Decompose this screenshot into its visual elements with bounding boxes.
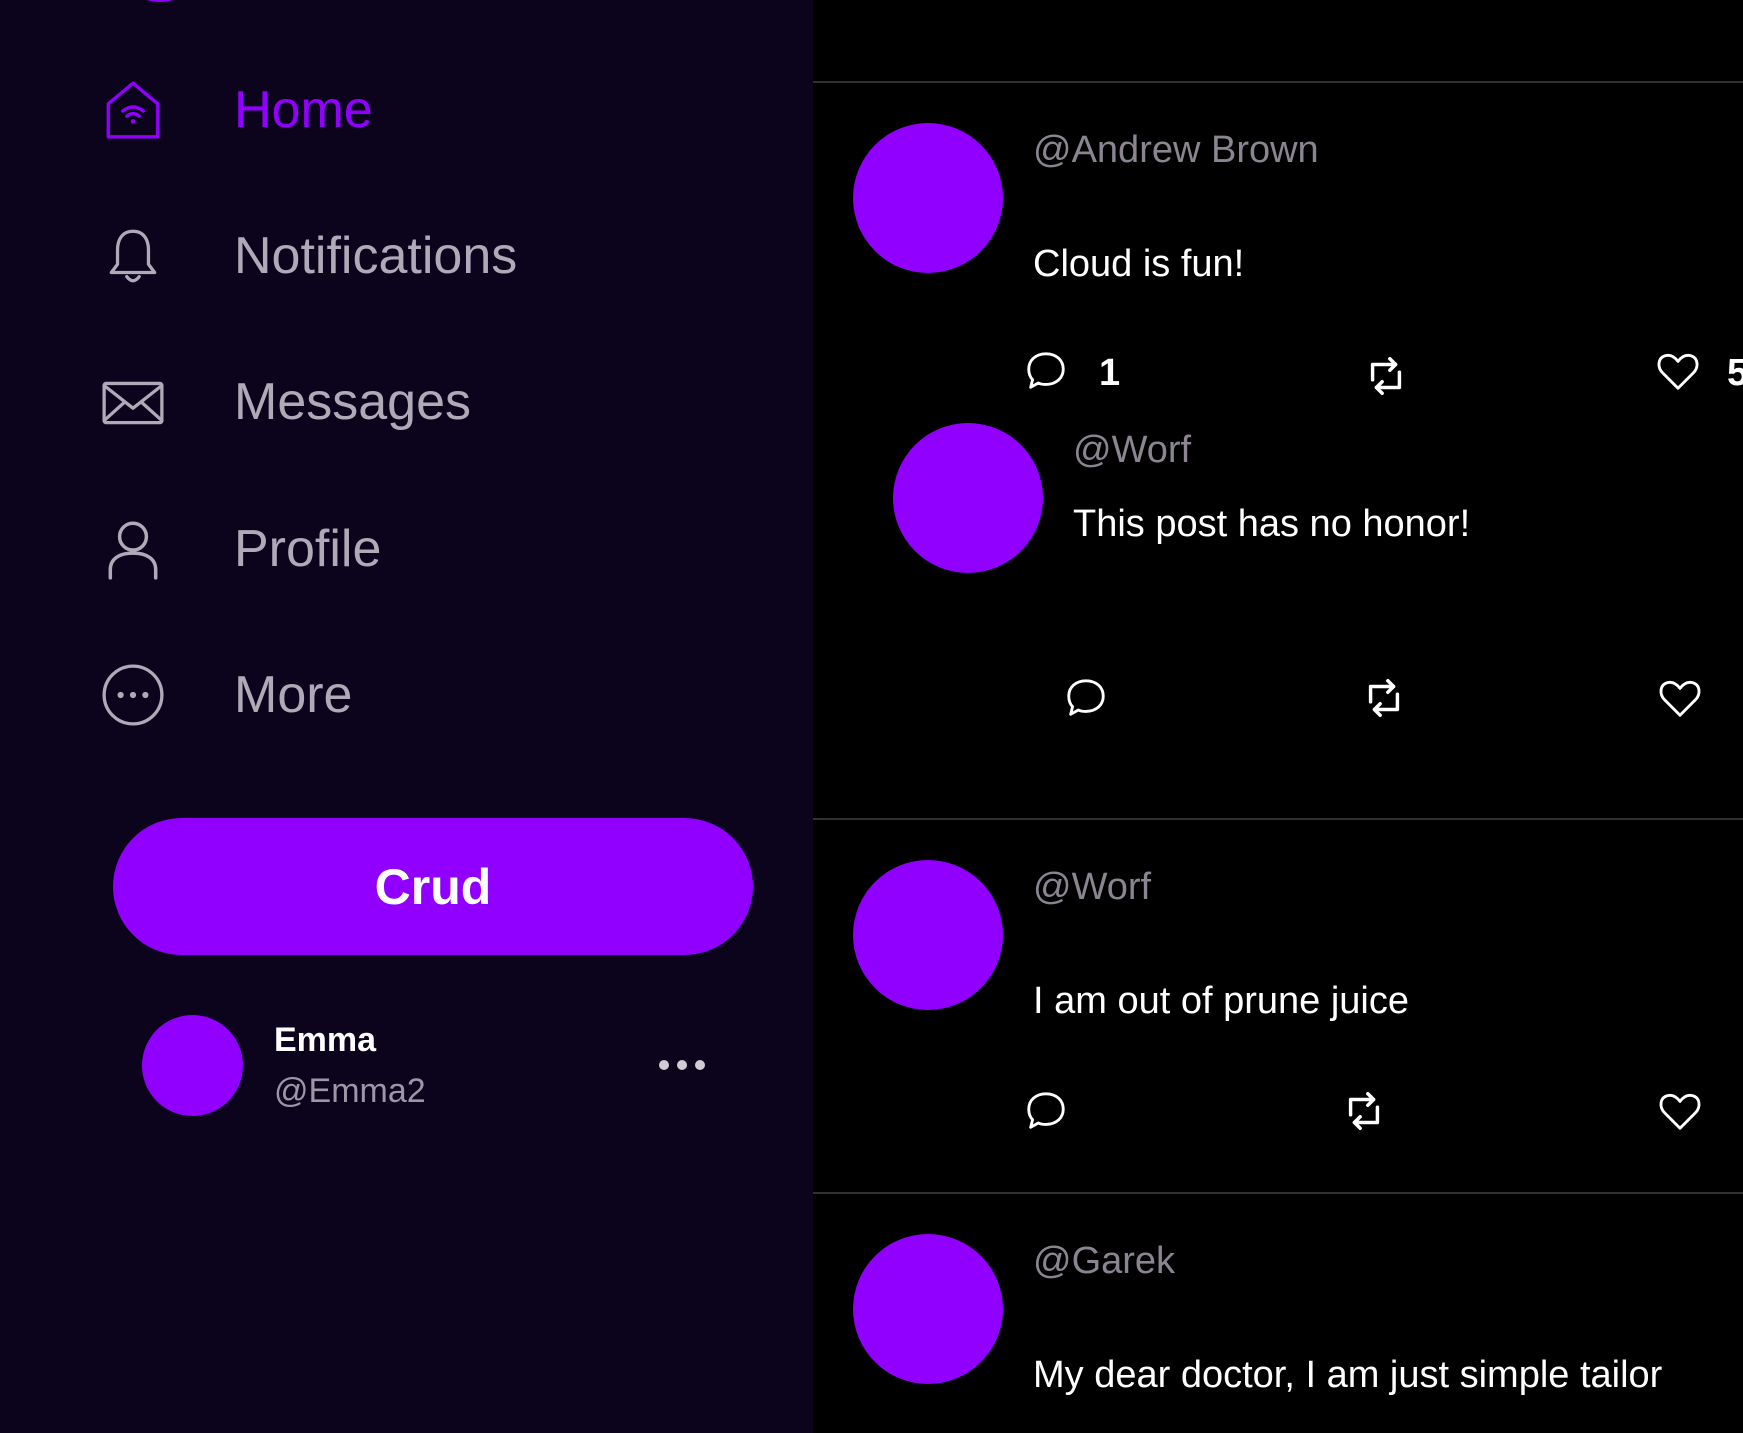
reply-icon [1063,675,1109,726]
post-handle[interactable]: @Worf [1033,866,1151,909]
reply-button[interactable]: 1 [1023,348,1120,399]
user-icon [100,506,186,592]
sidebar-item-profile[interactable]: Profile [100,504,700,594]
repost-icon [1361,675,1407,726]
heart-icon [1657,1088,1703,1139]
post[interactable]: @Garek My dear doctor, I am just simple … [813,1194,1743,1433]
heart-icon [1655,348,1701,399]
envelope-icon [100,359,186,445]
sidebar-item-label: Home [234,81,373,139]
reply-post[interactable]: @Worf This post has no honor! [853,423,1743,723]
post-handle[interactable]: @Garek [1033,1240,1175,1283]
repost-button[interactable] [1361,675,1407,726]
post-text: I am out of prune juice [1033,980,1409,1022]
like-count: 5 [1727,352,1743,394]
repost-icon [1341,1088,1387,1139]
avatar[interactable] [853,1234,1003,1384]
logo[interactable] [130,0,190,2]
crud-button[interactable]: Crud [113,818,753,955]
avatar [142,1015,243,1116]
account-handle: @Emma2 [274,1072,426,1110]
app-window: Home Notifications Messages Profile More… [0,0,1743,1433]
post-text: This post has no honor! [1073,503,1471,545]
account-name: Emma [274,1021,377,1059]
more-circle-icon [100,652,186,738]
avatar[interactable] [893,423,1043,573]
reply-count: 1 [1099,352,1121,394]
sidebar-item-label: Messages [234,373,471,431]
sidebar-item-label: More [234,666,353,724]
post-handle[interactable]: @Andrew Brown [1033,129,1319,172]
like-button[interactable] [1657,1088,1703,1139]
feed: @Andrew Brown Cloud is fun! 1 5 @Worf Th… [813,0,1743,1433]
avatar[interactable] [853,123,1003,273]
repost-icon [1363,353,1409,404]
sidebar: Home Notifications Messages Profile More… [0,0,813,1433]
sidebar-item-label: Profile [234,520,382,578]
reply-icon [1023,1088,1069,1139]
post-handle[interactable]: @Worf [1073,429,1191,472]
repost-button[interactable] [1341,1088,1387,1139]
post-text: Cloud is fun! [1033,243,1245,285]
repost-button[interactable] [1363,353,1409,404]
reply-icon [1023,348,1069,399]
reply-button[interactable] [1063,675,1109,726]
sidebar-item-notifications[interactable]: Notifications [100,211,700,301]
sidebar-item-more[interactable]: More [100,650,700,740]
account-switcher[interactable]: Emma @Emma2 [142,1015,722,1117]
sidebar-item-messages[interactable]: Messages [100,357,700,447]
heart-icon [1657,675,1703,726]
sidebar-item-home[interactable]: Home [100,65,700,155]
avatar[interactable] [853,860,1003,1010]
post[interactable]: @Worf I am out of prune juice [813,820,1743,1192]
post[interactable]: @Andrew Brown Cloud is fun! 1 5 @Worf Th… [813,83,1743,818]
ellipsis-icon[interactable] [652,1045,712,1085]
post-text: My dear doctor, I am just simple tailor [1033,1354,1663,1396]
like-button[interactable]: 5 [1655,348,1743,399]
sidebar-item-label: Notifications [234,227,518,285]
reply-button[interactable] [1023,1088,1069,1139]
like-button[interactable] [1657,675,1703,726]
bell-icon [100,213,186,299]
home-icon [100,67,186,153]
